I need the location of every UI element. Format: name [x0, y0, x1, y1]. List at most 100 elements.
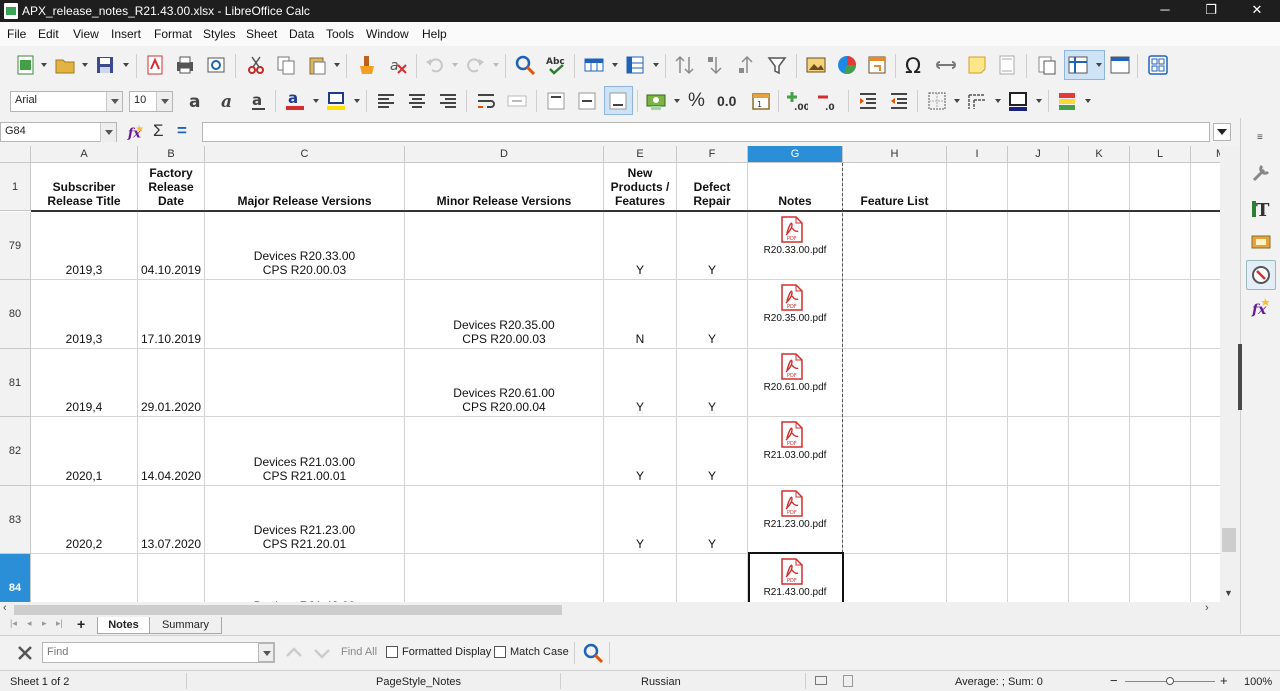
column-header-c[interactable]: C — [205, 146, 405, 163]
cell-d83[interactable] — [405, 486, 604, 554]
align-top-icon[interactable] — [545, 90, 567, 112]
column-header-a[interactable]: A — [31, 146, 138, 163]
cell-e84[interactable] — [604, 554, 677, 602]
pdf-attachment-icon[interactable]: PDF — [781, 490, 803, 517]
percent-format-icon[interactable]: % — [688, 90, 705, 112]
column-header-f[interactable]: F — [677, 146, 748, 163]
align-right-icon[interactable] — [437, 90, 459, 112]
border-color-dropdown-icon[interactable] — [1036, 99, 1042, 103]
find-input[interactable]: Find — [42, 642, 275, 663]
print-icon[interactable] — [174, 54, 196, 76]
styles-icon[interactable]: T — [1250, 197, 1272, 219]
formatted-display-checkbox[interactable] — [386, 646, 398, 658]
italic-icon[interactable]: a — [217, 90, 239, 112]
borders-dropdown-icon[interactable] — [954, 99, 960, 103]
pdf-attachment-icon[interactable]: PDF — [781, 421, 803, 448]
merge-center-icon[interactable] — [506, 90, 528, 112]
pdf-filename[interactable]: R20.33.00.pdf — [748, 245, 842, 256]
font-color-icon[interactable]: a — [284, 89, 306, 111]
minimize-button[interactable]: ─ — [1142, 0, 1188, 22]
close-button[interactable]: ✕ — [1234, 0, 1280, 22]
cell-d82[interactable] — [405, 417, 604, 486]
pdf-attachment-icon[interactable]: PDF — [781, 216, 803, 243]
cell-c84[interactable]: Devices R21.43.00 — [205, 554, 405, 602]
cell-b83[interactable]: 13.07.2020 — [138, 486, 205, 554]
cell-l1[interactable] — [1130, 163, 1191, 211]
cell-k83[interactable] — [1069, 486, 1130, 554]
cell-l84[interactable] — [1130, 554, 1191, 602]
properties-icon[interactable] — [1250, 162, 1272, 184]
vertical-scroll-thumb[interactable] — [1222, 528, 1236, 552]
delete-decimal-icon[interactable]: .0 — [817, 90, 839, 112]
header-cell-h[interactable]: Feature List — [843, 163, 947, 211]
export-pdf-icon[interactable] — [144, 54, 166, 76]
next-sheet-icon[interactable]: ▸ — [42, 618, 47, 629]
split-window-icon[interactable] — [1109, 54, 1131, 76]
bold-icon[interactable]: a — [186, 90, 208, 112]
sum-icon[interactable]: Σ — [153, 121, 164, 141]
freeze-panes-icon[interactable] — [1067, 54, 1089, 76]
menu-help[interactable]: Help — [422, 27, 447, 41]
row-header-81[interactable]: 81 — [0, 349, 31, 417]
formula-icon[interactable]: = — [177, 121, 187, 141]
gallery-icon[interactable] — [1250, 230, 1272, 252]
menu-window[interactable]: Window — [366, 27, 409, 41]
sort-ascending-icon[interactable] — [705, 54, 727, 76]
formula-input[interactable] — [202, 122, 1210, 142]
underline-icon[interactable]: a — [248, 90, 270, 112]
header-cell-c[interactable]: Major Release Versions — [205, 163, 405, 211]
cell-k80[interactable] — [1069, 280, 1130, 349]
cell-e81[interactable]: Y — [604, 349, 677, 417]
pdf-filename[interactable]: R21.03.00.pdf — [748, 450, 842, 461]
cell-g80[interactable]: PDF R20.35.00.pdf — [748, 280, 843, 349]
new-spreadsheet-icon[interactable] — [15, 54, 37, 76]
font-color-dropdown-icon[interactable] — [313, 99, 319, 103]
row-header-80[interactable]: 80 — [0, 280, 31, 349]
cell-d79[interactable] — [405, 212, 604, 280]
sort-descending-icon[interactable] — [736, 54, 758, 76]
functions-icon[interactable]: fx — [1250, 296, 1272, 318]
zoom-level[interactable]: 100% — [1244, 676, 1272, 688]
highlight-dropdown-icon[interactable] — [354, 99, 360, 103]
column-header-m[interactable]: M — [1191, 146, 1220, 163]
sheet-tab-summary[interactable]: Summary — [149, 617, 222, 634]
wrap-text-icon[interactable] — [475, 90, 497, 112]
cell-i81[interactable] — [947, 349, 1008, 417]
cell-f82[interactable]: Y — [677, 417, 748, 486]
scroll-down-icon[interactable]: ▼ — [1224, 588, 1233, 598]
function-wizard-icon[interactable]: fx — [126, 122, 146, 142]
menu-sheet[interactable]: Sheet — [246, 27, 277, 41]
conditional-format-dropdown-icon[interactable] — [1085, 99, 1091, 103]
scroll-left-icon[interactable]: ‹ — [3, 602, 7, 614]
close-find-bar-icon[interactable] — [14, 642, 36, 664]
undo-icon[interactable] — [424, 54, 446, 76]
header-cell-f[interactable]: Defect Repair — [677, 163, 748, 211]
clear-formatting-icon[interactable]: a — [387, 54, 409, 76]
first-sheet-icon[interactable]: |◂ — [10, 618, 17, 629]
find-next-icon[interactable] — [311, 642, 333, 664]
row-dropdown-icon[interactable] — [612, 63, 618, 67]
decrease-indent-icon[interactable] — [888, 90, 910, 112]
pdf-filename[interactable]: R21.23.00.pdf — [748, 519, 842, 530]
special-character-icon[interactable]: Ω — [904, 54, 926, 76]
header-cell-a[interactable]: Subscriber Release Title — [31, 163, 138, 211]
previous-sheet-icon[interactable]: ◂ — [27, 618, 32, 629]
freeze-dropdown-icon[interactable] — [1096, 63, 1102, 67]
cell-f84[interactable] — [677, 554, 748, 602]
last-sheet-icon[interactable]: ▸| — [56, 618, 63, 629]
cell-l81[interactable] — [1130, 349, 1191, 417]
cell-a81[interactable]: 2019,4 — [31, 349, 138, 417]
show-draw-functions-icon[interactable] — [1147, 54, 1169, 76]
cell-c79[interactable]: Devices R20.33.00 CPS R20.00.03 — [205, 212, 405, 280]
menu-format[interactable]: Format — [154, 27, 192, 41]
increase-indent-icon[interactable] — [857, 90, 879, 112]
cell-m1[interactable] — [1191, 163, 1220, 211]
cell-l82[interactable] — [1130, 417, 1191, 486]
cell-b84[interactable] — [138, 554, 205, 602]
highlight-color-icon[interactable] — [325, 89, 347, 111]
font-name-combobox[interactable]: Arial — [10, 91, 123, 112]
match-case-checkbox[interactable] — [494, 646, 506, 658]
select-all-corner[interactable] — [0, 146, 31, 163]
zoom-out-icon[interactable]: − — [1110, 673, 1118, 688]
border-style-dropdown-icon[interactable] — [995, 99, 1001, 103]
